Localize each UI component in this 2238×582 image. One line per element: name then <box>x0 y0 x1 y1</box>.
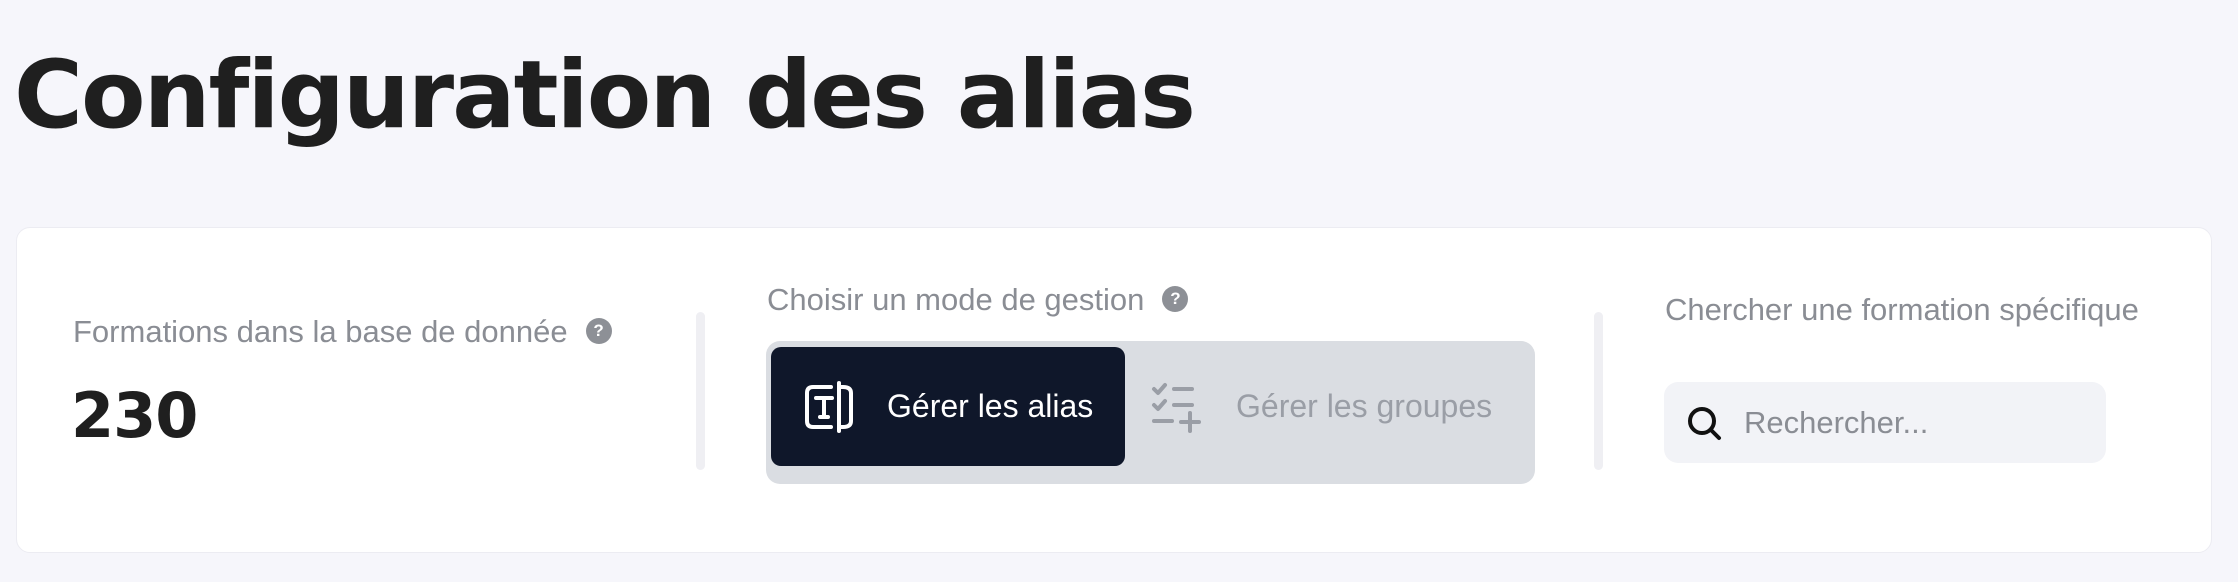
mode-label-row: Choisir un mode de gestion? <box>767 280 1189 320</box>
config-card: Formations dans la base de donnée? 230 C… <box>16 227 2212 553</box>
mode-segmented-control: Gérer les alias Gérer les groupes <box>766 341 1535 484</box>
formations-count-label: Formations dans la base de donnée <box>73 314 568 349</box>
search-field[interactable] <box>1664 382 2106 463</box>
divider <box>696 312 705 470</box>
help-icon[interactable]: ? <box>1162 285 1189 312</box>
formations-count-label-row: Formations dans la base de donnée? <box>73 312 612 352</box>
manage-groups-button[interactable]: Gérer les groupes <box>1134 347 1530 466</box>
search-label: Chercher une formation spécifique <box>1665 292 2139 327</box>
search-input[interactable] <box>1744 404 2084 441</box>
manage-alias-button[interactable]: Gérer les alias <box>771 347 1125 466</box>
page-title: Configuration des alias <box>14 41 1196 150</box>
mode-label: Choisir un mode de gestion <box>767 282 1145 317</box>
text-alias-icon <box>799 377 859 437</box>
formations-count-value: 230 <box>71 379 198 452</box>
manage-alias-label: Gérer les alias <box>887 388 1094 424</box>
help-icon[interactable]: ? <box>585 317 612 344</box>
search-icon <box>1684 403 1724 443</box>
manage-groups-label: Gérer les groupes <box>1236 388 1493 424</box>
divider <box>1594 312 1603 470</box>
checklist-add-icon <box>1148 377 1208 437</box>
